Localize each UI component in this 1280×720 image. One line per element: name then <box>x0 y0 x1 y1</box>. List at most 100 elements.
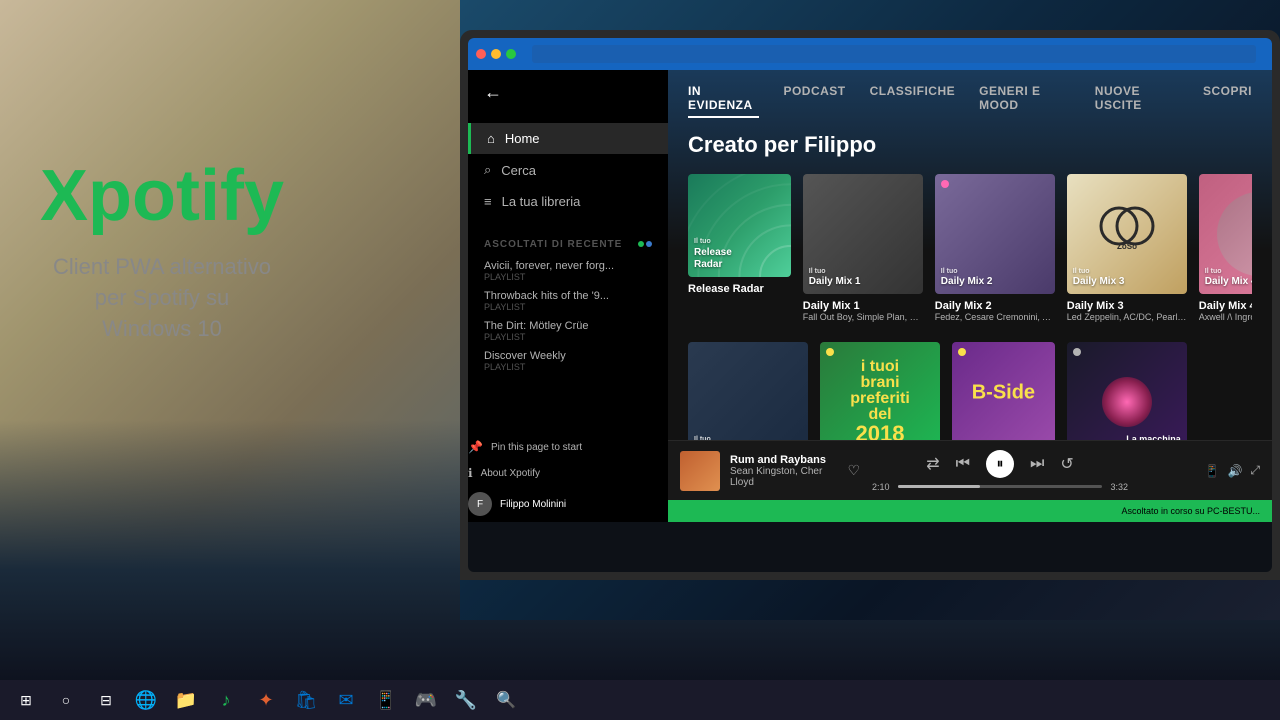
card-bside-text: B-Side <box>972 382 1035 405</box>
about-label: About Xpotify <box>481 468 540 479</box>
shuffle-button[interactable]: ⇄ <box>926 454 939 474</box>
volume-icon[interactable]: 🔊 <box>1227 464 1242 478</box>
game-button[interactable]: 🎮 <box>408 682 444 718</box>
playlist-item-0[interactable]: Avicii, forever, never forg... PLAYLIST <box>468 256 668 286</box>
about-button[interactable]: ℹ About Xpotify <box>468 460 668 486</box>
max-dot[interactable] <box>506 49 516 59</box>
section-title: Creato per Filippo <box>688 132 1252 158</box>
player-bar: Rum and Raybans Sean Kingston, Cher Lloy… <box>668 440 1272 500</box>
player-track-name: Rum and Raybans <box>730 454 837 466</box>
playlist-name-3: Discover Weekly <box>484 350 652 362</box>
player-artist-name: Sean Kingston, Cher Lloyd <box>730 466 837 488</box>
card-label-dm3: Il tuo Daily Mix 3 <box>1073 268 1125 288</box>
card-image-daily-mix-2: Il tuo Daily Mix 2 <box>935 174 1055 294</box>
player-right-controls: 📱 🔊 ⤢ <box>1140 463 1260 478</box>
progress-bar[interactable] <box>898 485 1103 488</box>
prev-button[interactable]: ⏮ <box>956 455 970 473</box>
card-macchina[interactable]: La macchinadel tempo La macchina del tem… <box>1067 342 1187 440</box>
tab-scopri[interactable]: SCOPRI <box>1203 84 1252 118</box>
mail-icon: ✉ <box>338 690 353 711</box>
close-dot[interactable] <box>476 49 486 59</box>
next-button[interactable]: ⏭ <box>1030 455 1044 473</box>
pin-button[interactable]: 📌 Pin this page to start <box>468 434 668 460</box>
store-icon: 🛍 <box>295 690 318 711</box>
sidebar-icon-dots <box>638 239 652 250</box>
tab-in-evidenza[interactable]: IN EVIDENZA <box>688 84 759 118</box>
card-image-bside: B-Side <box>952 342 1055 440</box>
card-daily-mix-1[interactable]: Il tuo Daily Mix 1 Daily Mix 1 Fall Out … <box>803 174 923 322</box>
xpotify-taskbar-icon: 🔍 <box>496 690 516 710</box>
task-view-button[interactable]: ⊟ <box>88 682 124 718</box>
playlist-item-2[interactable]: The Dirt: Mötley Crüe PLAYLIST <box>468 316 668 346</box>
card-image-daily-mix-6: Il tuo Daily Mix 6 <box>688 342 808 440</box>
start-button[interactable]: ⊞ <box>8 682 44 718</box>
card-daily-mix-4[interactable]: Il tuo Daily Mix 4 Daily Mix 4 Axwell /\… <box>1199 174 1252 322</box>
user-item[interactable]: F Filippo Molinini <box>468 486 668 522</box>
card-label-dm2: Il tuo Daily Mix 2 <box>941 268 993 288</box>
sidebar-item-search[interactable]: ⌕ Cerca <box>468 154 668 186</box>
playlist-name-1: Throwback hits of the '9... <box>484 290 652 302</box>
content-area: Creato per Filippo <box>668 132 1272 440</box>
tool-button[interactable]: 🔧 <box>448 682 484 718</box>
card-release-radar[interactable]: Il tuo ReleaseRadar Release Radar <box>688 174 791 322</box>
card-image-2018: i tuoi branipreferiti del2018 <box>820 342 940 440</box>
card-2018[interactable]: i tuoi branipreferiti del2018 I tuoi bra… <box>820 342 940 440</box>
app-subtitle: Client PWA alternativoper Spotify suWind… <box>40 252 284 344</box>
card-title-dm4: Daily Mix 4 <box>1199 300 1252 312</box>
playlist-item-3[interactable]: Discover Weekly PLAYLIST <box>468 346 668 376</box>
card-daily-mix-3[interactable]: ZoSo Il tuo Daily Mix 3 Daily Mix 3 <box>1067 174 1187 322</box>
sidebar-library-label: La tua libreria <box>502 194 581 209</box>
player-text: Rum and Raybans Sean Kingston, Cher Lloy… <box>730 454 837 488</box>
playlist-type-3: PLAYLIST <box>484 362 652 372</box>
devices-icon[interactable]: 📱 <box>1204 464 1219 478</box>
repeat-button[interactable]: ↺ <box>1060 454 1073 474</box>
card-label-dm4: Il tuo Daily Mix 4 <box>1205 268 1252 288</box>
card-daily-mix-2[interactable]: Il tuo Daily Mix 2 Daily Mix 2 Fedez, Ce… <box>935 174 1055 322</box>
playlist-item-1[interactable]: Throwback hits of the '9... PLAYLIST <box>468 286 668 316</box>
like-button[interactable]: ♡ <box>847 462 860 479</box>
phone-button[interactable]: 📱 <box>368 682 404 718</box>
playlist-type-1: PLAYLIST <box>484 302 652 312</box>
task-view-icon: ⊟ <box>100 692 112 709</box>
tab-podcast[interactable]: PODCAST <box>783 84 845 118</box>
card-daily-mix-6[interactable]: Il tuo Daily Mix 6 Daily Mix 6 Linkin Pa… <box>688 342 808 440</box>
card-subtitle-dm4: Axwell /\ Ingrosso, Nicky Romero, Galant… <box>1199 312 1252 322</box>
fullscreen-icon[interactable]: ⤢ <box>1250 463 1260 478</box>
cards-row-1: Il tuo ReleaseRadar Release Radar <box>688 174 1252 322</box>
sidebar: ← ⌂ Home ⌕ Cerca ≡ La tua libreria <box>468 70 668 522</box>
min-dot[interactable] <box>491 49 501 59</box>
card-bside[interactable]: B-Side B-Side <box>952 342 1055 440</box>
search-taskbar-icon: ○ <box>62 692 70 708</box>
spotify-button[interactable]: ♪ <box>208 682 244 718</box>
mail-button[interactable]: ✉ <box>328 682 364 718</box>
back-button[interactable]: ← <box>468 70 668 115</box>
library-icon: ≡ <box>484 194 492 209</box>
sidebar-item-home[interactable]: ⌂ Home <box>468 123 668 154</box>
search-taskbar-button[interactable]: ○ <box>48 682 84 718</box>
edge-icon: 🌐 <box>135 690 157 711</box>
player-track-info: Rum and Raybans Sean Kingston, Cher Lloy… <box>680 451 860 491</box>
app1-button[interactable]: ✦ <box>248 682 284 718</box>
sidebar-nav: ⌂ Home ⌕ Cerca ≡ La tua libreria <box>468 115 668 225</box>
playlist-name-2: The Dirt: Mötley Crüe <box>484 320 652 332</box>
explorer-button[interactable]: 📁 <box>168 682 204 718</box>
app-container: ← ⌂ Home ⌕ Cerca ≡ La tua libreria <box>468 70 1272 522</box>
edge-button[interactable]: 🌐 <box>128 682 164 718</box>
tab-classifiche[interactable]: CLASSIFICHE <box>870 84 956 118</box>
playlist-name-0: Avicii, forever, never forg... <box>484 260 652 272</box>
phone-icon: 📱 <box>375 690 397 711</box>
status-bar: Ascoltato in corso su PC-BESTU... <box>668 500 1272 522</box>
tab-generi[interactable]: GENERI E MOOD <box>979 84 1071 118</box>
sidebar-item-library[interactable]: ≡ La tua libreria <box>468 186 668 217</box>
taskbar: ⊞ ○ ⊟ 🌐 📁 ♪ ✦ 🛍 ✉ 📱 🎮 🔧 🔍 <box>0 680 1280 720</box>
pause-button[interactable]: ⏸ <box>986 450 1014 478</box>
card-2018-text: i tuoi branipreferiti del2018 <box>850 359 910 440</box>
card-title-dm3: Daily Mix 3 <box>1067 300 1187 312</box>
card-subtitle-dm3: Led Zeppelin, AC/DC, Pearl Jam e altro <box>1067 312 1187 322</box>
card-image-daily-mix-1: Il tuo Daily Mix 1 <box>803 174 923 294</box>
xpotify-taskbar-button[interactable]: 🔍 <box>488 682 524 718</box>
tab-nuove-uscite[interactable]: NUOVE USCITE <box>1095 84 1179 118</box>
macchina-circle <box>1102 377 1152 427</box>
store-button[interactable]: 🛍 <box>288 682 324 718</box>
dot-2018 <box>826 348 834 356</box>
